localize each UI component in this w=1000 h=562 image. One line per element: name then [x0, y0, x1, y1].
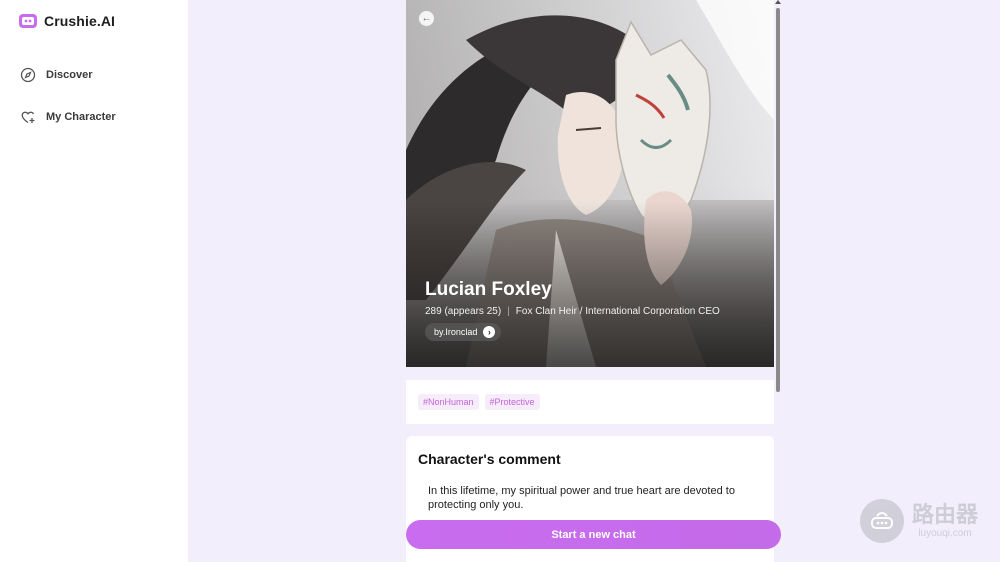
- panel-scrollbar[interactable]: [775, 0, 783, 392]
- router-icon: [860, 499, 904, 543]
- chevron-right-icon: ›: [483, 326, 496, 338]
- character-panel: ← Lucian Foxley 289 (appears 25) | Fox C…: [406, 0, 774, 562]
- heart-plus-icon: [21, 111, 35, 124]
- tag-protective[interactable]: #Protective: [484, 394, 540, 410]
- character-meta: 289 (appears 25) | Fox Clan Heir / Inter…: [425, 306, 720, 317]
- app-logo[interactable]: Crushie.AI: [18, 12, 115, 30]
- compass-icon: [20, 67, 36, 83]
- watermark-sub: luyouqi.com: [918, 527, 972, 539]
- watermark-text: 路由器 luyouqi.com: [912, 502, 979, 539]
- watermark-main: 路由器: [912, 502, 979, 528]
- tag-list: #NonHuman #Protective: [406, 380, 774, 424]
- comment-text: In this lifetime, my spiritual power and…: [428, 485, 735, 511]
- start-new-chat-button[interactable]: Start a new chat: [406, 520, 781, 549]
- character-name: Lucian Foxley: [425, 279, 552, 300]
- main-content: ← Lucian Foxley 289 (appears 25) | Fox C…: [188, 0, 1000, 562]
- meta-separator: |: [507, 306, 510, 317]
- character-role: Fox Clan Heir / International Corporatio…: [515, 306, 720, 317]
- back-arrow-icon[interactable]: ←: [418, 10, 435, 27]
- scroll-up-icon[interactable]: [775, 0, 781, 4]
- sidebar-item-my-character[interactable]: My Character: [20, 109, 116, 125]
- sidebar: Crushie.AI Discover My Character: [0, 0, 188, 562]
- sidebar-item-label: Discover: [46, 69, 93, 81]
- scroll-thumb[interactable]: [776, 8, 780, 392]
- character-age: 289 (appears 25): [425, 306, 502, 317]
- author-name: by.Ironclad: [434, 327, 478, 337]
- watermark: 路由器 luyouqi.com: [860, 499, 978, 543]
- author-link[interactable]: by.Ironclad ›: [425, 323, 502, 341]
- comment-title: Character's comment: [418, 451, 561, 467]
- tag-nonhuman[interactable]: #NonHuman: [418, 394, 479, 410]
- sidebar-item-label: My Character: [46, 111, 116, 123]
- sidebar-item-discover[interactable]: Discover: [20, 67, 92, 83]
- app-name: Crushie.AI: [44, 13, 116, 29]
- character-hero: ← Lucian Foxley 289 (appears 25) | Fox C…: [406, 0, 774, 367]
- logo-icon: [19, 14, 37, 28]
